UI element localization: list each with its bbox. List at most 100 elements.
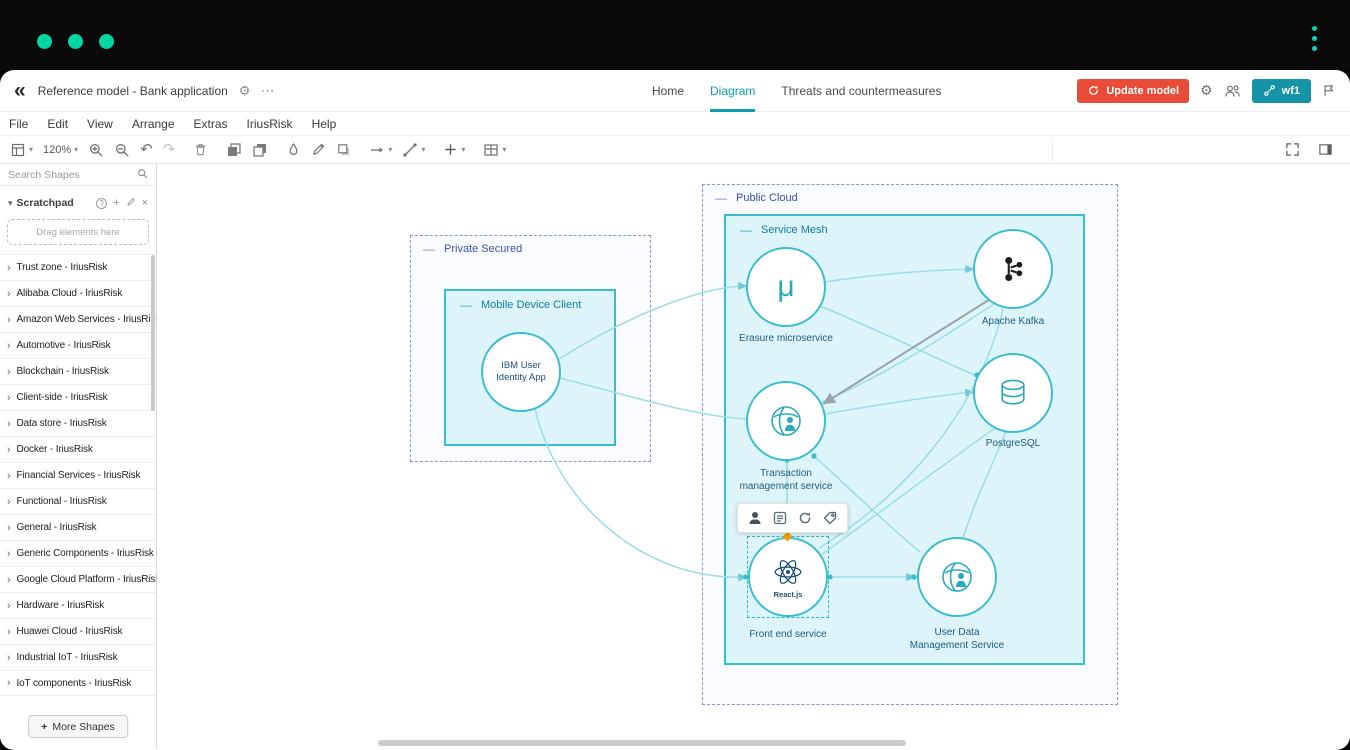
sidebar-item-data-store[interactable]: › Data store - IriusRisk [0, 410, 156, 436]
menu-help[interactable]: Help [312, 117, 337, 131]
tab-home[interactable]: Home [652, 70, 684, 112]
menu-extras[interactable]: Extras [194, 117, 228, 131]
redo-button[interactable]: ↷ [158, 138, 181, 162]
scratchpad-add-icon[interactable]: + [113, 197, 119, 209]
window-dot[interactable] [68, 34, 83, 49]
view-selector-button[interactable]: ▾ [5, 138, 38, 162]
arrow-right-icon [371, 147, 384, 152]
connection-style-button[interactable]: ▾ [364, 138, 397, 162]
sidebar-item-iot-components[interactable]: › IoT components - IriusRisk [0, 670, 156, 696]
table-button[interactable]: ▾ [478, 138, 511, 162]
delete-button[interactable] [188, 138, 213, 162]
collapse-sidebar-icon[interactable]: « [14, 80, 26, 101]
shadow-button[interactable] [331, 138, 356, 162]
toolbar-right [1280, 138, 1350, 162]
more-options-icon[interactable]: ⋯ [260, 82, 274, 99]
sidebar-item-label: Data store - IriusRisk [16, 418, 107, 429]
kebab-menu-icon[interactable] [1312, 26, 1317, 51]
undo-icon: ↶ [140, 141, 153, 158]
to-front-button[interactable] [221, 138, 247, 162]
insert-button[interactable]: ▾ [438, 138, 470, 162]
waypoint-style-button[interactable]: ▾ [397, 138, 430, 162]
refresh-icon[interactable] [797, 510, 813, 526]
titlebar [0, 0, 1350, 70]
fill-color-icon [289, 143, 298, 155]
sidebar-item-industrial-iot[interactable]: › Industrial IoT - IriusRisk [0, 644, 156, 670]
sidebar-item-automotive[interactable]: › Automotive - IriusRisk [0, 332, 156, 358]
to-back-button[interactable] [247, 138, 273, 162]
caret-down-icon: ▾ [502, 145, 507, 154]
settings-gear-icon[interactable]: ⚙ [1200, 82, 1213, 99]
scratchpad-header[interactable]: ▾ Scratchpad ? + × [0, 193, 156, 213]
diagonal-line-icon [403, 143, 417, 156]
sidebar-item-amazon-web-services[interactable]: › Amazon Web Services - IriusRisk [0, 306, 156, 332]
workflow-state-button[interactable]: wf1 [1251, 78, 1311, 103]
node-ibm-user-identity[interactable]: IBM User Identity App [481, 332, 561, 412]
window-dot[interactable] [99, 34, 114, 49]
node-user-data-management[interactable] [917, 537, 997, 617]
collapse-minus-icon[interactable]: — [423, 243, 435, 255]
format-panel-button[interactable] [1313, 138, 1338, 162]
sidebar-scrollbar[interactable] [151, 255, 155, 411]
scratchpad-help-icon[interactable]: ? [96, 197, 108, 209]
group-label: Mobile Device Client [481, 299, 582, 311]
details-list-icon[interactable] [772, 510, 788, 526]
sidebar-item-functional[interactable]: › Functional - IriusRisk [0, 488, 156, 514]
scratchpad-close-icon[interactable]: × [142, 197, 148, 209]
model-settings-gear-icon[interactable]: ⚙ [239, 83, 251, 99]
threat-agent-icon[interactable] [747, 510, 763, 526]
menu-edit[interactable]: Edit [47, 117, 68, 131]
chevron-right-icon: › [7, 261, 11, 274]
search-icon [137, 166, 148, 184]
collapse-minus-icon[interactable]: — [460, 299, 472, 311]
tag-icon[interactable] [822, 510, 838, 526]
diagram-canvas[interactable]: — Private Secured — Public Cloud — Mobil… [157, 164, 1350, 749]
sidebar-item-docker[interactable]: › Docker - IriusRisk [0, 436, 156, 462]
sidebar-item-hardware[interactable]: › Hardware - IriusRisk [0, 592, 156, 618]
line-color-button[interactable] [306, 138, 331, 162]
node-erasure-microservice[interactable]: μ [746, 247, 826, 327]
fullscreen-button[interactable] [1280, 138, 1305, 162]
menu-arrange[interactable]: Arrange [132, 117, 175, 131]
tab-threats-countermeasures[interactable]: Threats and countermeasures [781, 70, 941, 112]
undo-button[interactable]: ↶ [135, 138, 158, 162]
zoom-in-button[interactable] [83, 138, 109, 162]
sidebar-item-blockchain[interactable]: › Blockchain - IriusRisk [0, 358, 156, 384]
node-label-front-end: Front end service [749, 629, 827, 640]
collaborators-icon[interactable] [1224, 83, 1241, 99]
menu-file[interactable]: File [9, 117, 28, 131]
sidebar-item-alibaba-cloud[interactable]: › Alibaba Cloud - IriusRisk [0, 280, 156, 306]
update-model-button[interactable]: Update model [1077, 78, 1190, 103]
sidebar-item-label: Alibaba Cloud - IriusRisk [16, 288, 123, 299]
zoom-out-button[interactable] [109, 138, 135, 162]
sidebar-item-financial-services[interactable]: › Financial Services - IriusRisk [0, 462, 156, 488]
more-shapes-button[interactable]: + More Shapes [28, 715, 128, 738]
sidebar-item-generic-components[interactable]: › Generic Components - IriusRisk [0, 540, 156, 566]
sidebar-item-label: Google Cloud Platform - IriusRisk [16, 574, 156, 585]
menu-iriusrisk[interactable]: IriusRisk [247, 117, 293, 131]
sidebar-item-huawei-cloud[interactable]: › Huawei Cloud - IriusRisk [0, 618, 156, 644]
collapse-minus-icon[interactable]: — [715, 192, 727, 204]
tab-diagram[interactable]: Diagram [710, 70, 756, 112]
sidebar-item-label: Docker - IriusRisk [16, 444, 93, 455]
flag-icon[interactable] [1322, 83, 1336, 98]
scratchpad-edit-icon[interactable] [126, 197, 136, 210]
zoom-level-dropdown[interactable]: 120% ▾ [38, 138, 83, 162]
fill-color-button[interactable] [281, 138, 306, 162]
collapse-minus-icon[interactable]: — [740, 224, 752, 236]
node-apache-kafka[interactable] [973, 229, 1053, 309]
sidebar-item-google-cloud-platform[interactable]: › Google Cloud Platform - IriusRisk [0, 566, 156, 592]
horizontal-scrollbar[interactable] [378, 740, 906, 746]
menu-view[interactable]: View [87, 117, 113, 131]
database-icon [1001, 379, 1025, 405]
scratchpad-dropzone[interactable]: Drag elements here [7, 219, 149, 245]
chevron-right-icon: › [7, 651, 11, 664]
sidebar-item-client-side[interactable]: › Client-side - IriusRisk [0, 384, 156, 410]
sidebar-item-general[interactable]: › General - IriusRisk [0, 514, 156, 540]
search-input[interactable] [8, 168, 126, 181]
node-transaction-management[interactable] [746, 381, 826, 461]
node-label-postgresql: PostgreSQL [985, 438, 1041, 449]
window-dot[interactable] [37, 34, 52, 49]
sidebar-item-trust-zone[interactable]: › Trust zone - IriusRisk [0, 254, 156, 280]
node-postgresql[interactable] [973, 353, 1053, 433]
